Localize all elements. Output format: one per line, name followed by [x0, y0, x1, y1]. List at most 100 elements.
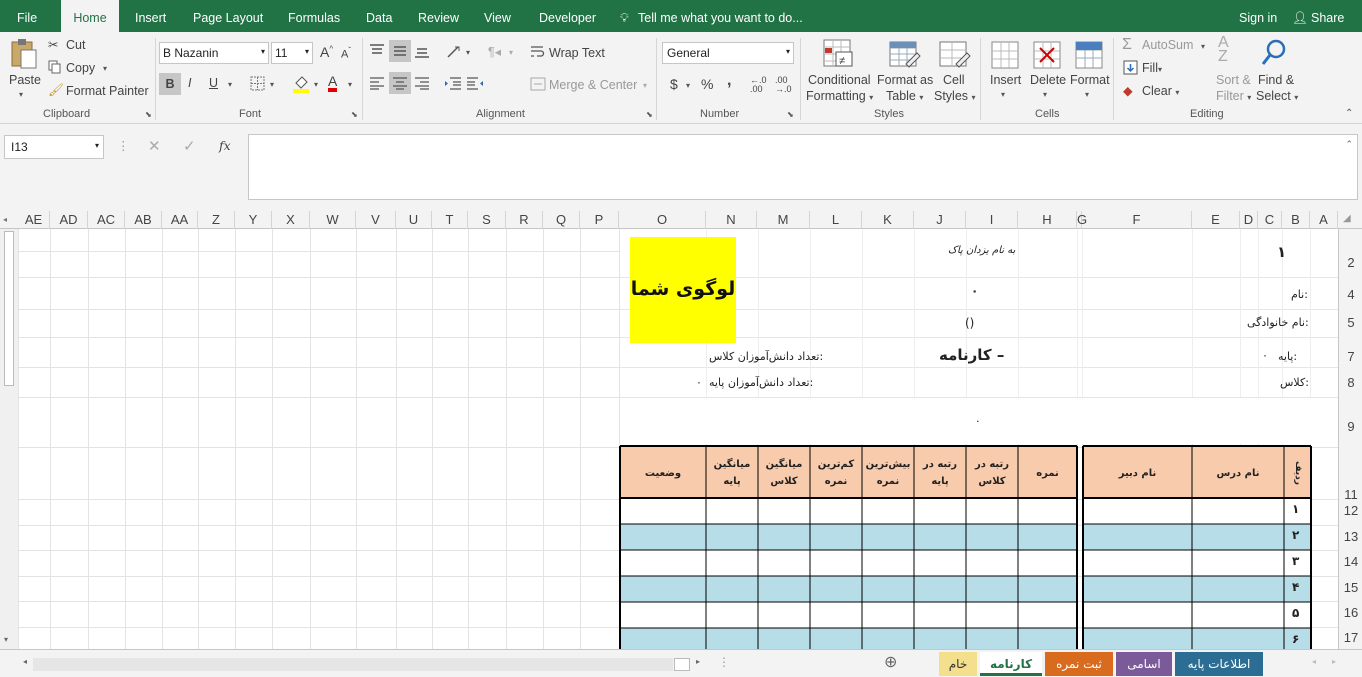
borders-dropdown-icon[interactable]: ▾ — [270, 80, 274, 89]
align-center-button[interactable] — [389, 72, 411, 94]
row-header[interactable]: 2 — [1339, 255, 1362, 270]
column-header[interactable]: H — [1018, 211, 1077, 229]
sheet-tab-scores[interactable]: ثبت نمره — [1045, 652, 1113, 676]
number-launcher-icon[interactable]: ⬊ — [787, 110, 794, 119]
shrink-font-button[interactable]: Aˇ — [341, 46, 351, 61]
insert-cells-button[interactable]: Insert — [990, 73, 1021, 87]
comma-button[interactable]: , — [727, 72, 731, 90]
column-header[interactable]: T — [432, 211, 468, 229]
horizontal-scroll-thumb[interactable] — [674, 658, 690, 671]
column-header[interactable]: P — [580, 211, 619, 229]
hscroll-left-icon[interactable]: ◂ — [23, 657, 27, 666]
scroll-left-icon[interactable]: ◂ — [3, 215, 7, 224]
row-header[interactable]: 5 — [1339, 315, 1362, 330]
format-painter-button[interactable]: Format Painter — [66, 84, 149, 98]
align-top-icon[interactable] — [369, 44, 385, 58]
horizontal-scrollbar[interactable] — [33, 658, 673, 671]
hscroll-right-icon[interactable]: ▸ — [696, 657, 700, 666]
number-format-select[interactable]: General ▾ — [662, 42, 794, 64]
formula-input[interactable]: ⌃ — [248, 134, 1358, 200]
column-header[interactable]: U — [396, 211, 432, 229]
align-middle-button[interactable] — [389, 40, 411, 62]
tab-scroll-left-icon[interactable]: ◂ — [1312, 657, 1316, 666]
tab-formulas[interactable]: Formulas — [288, 0, 340, 32]
column-header[interactable]: R — [506, 211, 543, 229]
vertical-scroll-thumb[interactable] — [4, 231, 14, 386]
italic-button[interactable]: I — [188, 76, 191, 90]
format-dropdown-icon[interactable]: ▾ — [1085, 90, 1089, 99]
tab-data[interactable]: Data — [366, 0, 392, 32]
merge-dropdown-icon[interactable]: ▾ — [643, 81, 647, 90]
cell-styles-button[interactable]: Cell — [943, 73, 965, 87]
column-header[interactable]: M — [757, 211, 810, 229]
tab-file[interactable]: File — [17, 0, 37, 32]
sheet-tab-names[interactable]: اسامی — [1116, 652, 1172, 676]
column-header[interactable]: L — [810, 211, 862, 229]
tab-developer[interactable]: Developer — [539, 0, 596, 32]
bold-button[interactable]: B — [159, 73, 181, 95]
column-header[interactable]: W — [310, 211, 356, 229]
column-header[interactable]: I — [966, 211, 1018, 229]
row-header[interactable]: 9 — [1339, 419, 1362, 434]
column-header[interactable]: S — [468, 211, 506, 229]
align-bottom-icon[interactable] — [414, 44, 430, 58]
column-header[interactable]: AD — [50, 211, 88, 229]
copy-dropdown-icon[interactable]: ▾ — [103, 64, 107, 73]
tab-splitter-icon[interactable]: ⋮ — [718, 655, 730, 669]
paste-button[interactable]: Paste — [9, 73, 41, 87]
sheet-tab-raw[interactable]: خام — [939, 652, 977, 676]
increase-decimal-icon[interactable]: ←.0.00 — [750, 76, 767, 94]
tab-review[interactable]: Review — [418, 0, 459, 32]
fill-color-dropdown-icon[interactable]: ▾ — [314, 80, 318, 89]
row-header[interactable]: 13 — [1339, 529, 1362, 544]
insert-dropdown-icon[interactable]: ▾ — [1001, 90, 1005, 99]
currency-button[interactable]: $ — [670, 76, 678, 92]
orientation-icon[interactable] — [446, 43, 464, 59]
format-as-table-button[interactable]: Format as — [877, 73, 933, 87]
copy-button[interactable]: Copy — [66, 61, 95, 75]
column-header[interactable]: D — [1240, 211, 1258, 229]
tab-insert[interactable]: Insert — [135, 0, 166, 32]
enter-check-icon[interactable]: ✓ — [183, 137, 196, 155]
fill-color-icon[interactable] — [292, 74, 310, 94]
row-header[interactable]: 4 — [1339, 287, 1362, 302]
clipboard-launcher-icon[interactable]: ⬊ — [145, 110, 152, 119]
column-header[interactable]: AE — [18, 211, 50, 229]
increase-indent-icon[interactable] — [466, 76, 484, 90]
borders-icon[interactable] — [250, 76, 266, 92]
row-header[interactable]: 7 — [1339, 349, 1362, 364]
column-header[interactable]: O — [619, 211, 706, 229]
wrap-text-button[interactable]: Wrap Text — [549, 46, 605, 60]
sort-filter-button[interactable]: Sort & — [1216, 73, 1251, 87]
autosum-button[interactable]: AutoSum — [1142, 38, 1193, 52]
fill-button[interactable]: Fill▾ — [1142, 61, 1162, 75]
conditional-formatting-button[interactable]: Conditional — [808, 73, 871, 87]
scroll-down-icon[interactable]: ▾ — [4, 635, 8, 644]
paste-dropdown-icon[interactable]: ▾ — [19, 90, 23, 99]
expand-formula-icon[interactable]: ⌃ — [1345, 139, 1353, 150]
column-header[interactable]: Q — [543, 211, 580, 229]
column-header[interactable]: X — [272, 211, 310, 229]
insert-function-button[interactable]: fx — [219, 138, 231, 153]
underline-dropdown-icon[interactable]: ▾ — [228, 80, 232, 89]
autosum-dropdown-icon[interactable]: ▾ — [1201, 42, 1205, 51]
orientation-dropdown-icon[interactable]: ▾ — [466, 48, 470, 57]
column-header[interactable]: B — [1282, 211, 1310, 229]
column-header[interactable]: AB — [125, 211, 162, 229]
merge-center-button[interactable]: Merge & Center — [549, 78, 637, 92]
tell-me-box[interactable]: Tell me what you want to do... — [638, 0, 803, 32]
row-header[interactable]: 16 — [1339, 605, 1362, 620]
grow-font-button[interactable]: A^ — [320, 44, 333, 60]
column-header[interactable]: V — [356, 211, 396, 229]
align-left-icon[interactable] — [369, 76, 385, 90]
column-header[interactable]: AC — [88, 211, 125, 229]
font-size-select[interactable]: 11 ▾ — [271, 42, 313, 64]
decrease-indent-icon[interactable] — [444, 76, 462, 90]
tab-page-layout[interactable]: Page Layout — [193, 0, 263, 32]
find-select-button[interactable]: Find & — [1258, 73, 1294, 87]
column-header[interactable]: J — [914, 211, 966, 229]
column-header[interactable]: K — [862, 211, 914, 229]
column-header[interactable]: AA — [162, 211, 198, 229]
font-color-dropdown-icon[interactable]: ▾ — [348, 80, 352, 89]
vertical-scrollbar[interactable]: ▾ — [0, 229, 18, 649]
